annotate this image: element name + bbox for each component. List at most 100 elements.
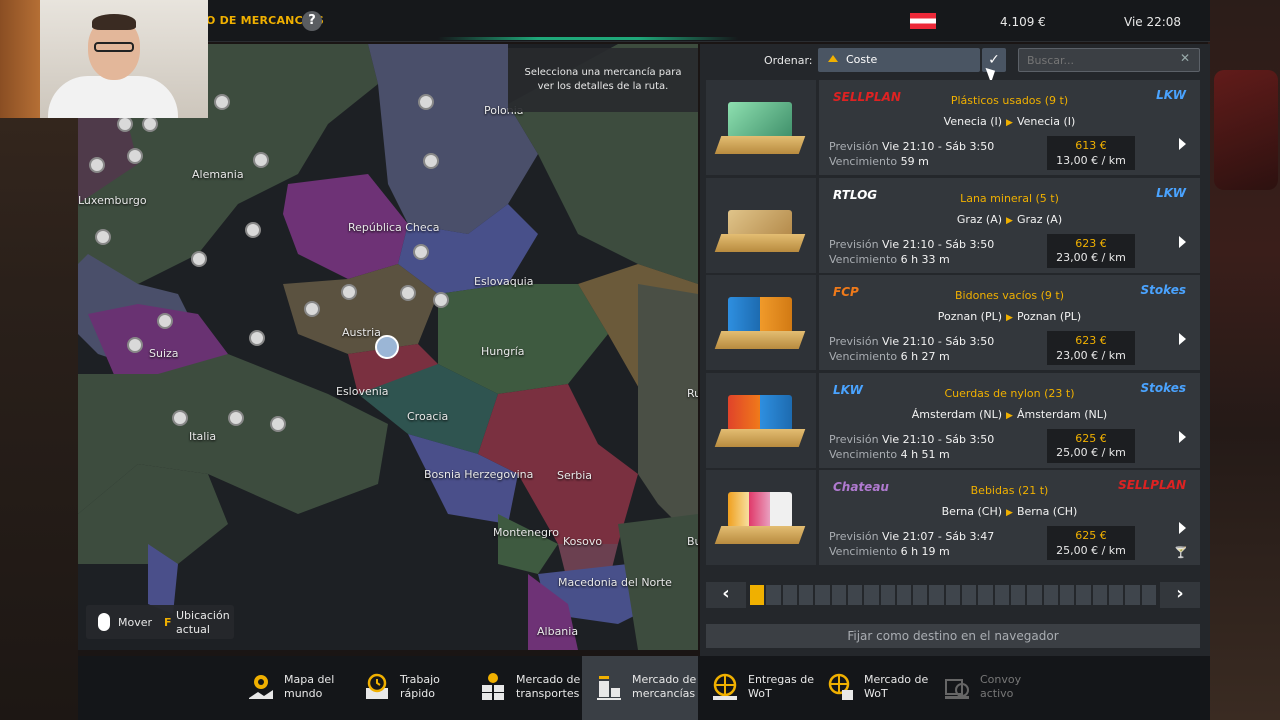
page-dot[interactable]: [945, 585, 961, 605]
cargo-route: Berna (CH) ▶ Berna (CH): [819, 505, 1200, 518]
pagination: ‹ ›: [706, 582, 1200, 608]
page-dot[interactable]: [847, 585, 863, 605]
world-map[interactable]: Polonia Alemania Luxemburgo República Ch…: [78, 44, 698, 650]
map-label-austria: Austria: [342, 326, 381, 339]
forecast-value: Vie 21:10 - Sáb 3:50: [882, 335, 995, 348]
page-dot[interactable]: [962, 585, 977, 605]
cargo-thumbnail: [706, 470, 816, 565]
cargo-item[interactable]: RTLOG LKW Lana mineral (5 t) Graz (A) ▶ Gr…: [706, 177, 1200, 273]
page-dot[interactable]: [1092, 585, 1107, 605]
mouse-icon: [98, 613, 110, 631]
cargo-item[interactable]: FCP Stokes Bidones vacíos (9 t) Poznan (…: [706, 275, 1200, 370]
chevron-right-icon[interactable]: [1179, 522, 1186, 534]
clear-search-icon[interactable]: ✕: [1180, 51, 1190, 65]
route-origin: Venecia (I): [943, 115, 1003, 128]
set-gps-destination-button[interactable]: Fijar como destino en el navegador: [706, 624, 1200, 648]
page-dot[interactable]: [766, 585, 781, 605]
sort-select[interactable]: Coste: [818, 48, 980, 72]
cargo-thumbnail: [706, 80, 816, 175]
cargo-item[interactable]: Chateau SELLPLAN Bebidas (21 t) Berna (C…: [706, 470, 1200, 565]
map-label-suiza: Suiza: [149, 347, 179, 360]
page-dot[interactable]: [1011, 585, 1026, 605]
forecast-row: Previsión Vie 21:07 - Sáb 3:47: [829, 530, 994, 543]
nav-label: Mercado de mercancías: [632, 673, 697, 701]
route-dest: Ámsterdam (NL): [1016, 407, 1108, 421]
expiry-value: 6 h 27 m: [900, 350, 950, 363]
map-label-macedonia: Macedonia del Norte: [558, 576, 672, 589]
page-dot[interactable]: [978, 585, 993, 605]
route-arrow-icon: ▶: [1006, 118, 1013, 128]
boxes-icon: [482, 673, 504, 700]
page-dot[interactable]: [1108, 585, 1124, 605]
nav-world-map[interactable]: Mapa del mundo: [234, 656, 350, 720]
page-dot[interactable]: [880, 585, 895, 605]
current-location-button[interactable]: Ubicación actual: [176, 609, 230, 638]
page-dot[interactable]: [864, 585, 879, 605]
page-dot[interactable]: [1076, 585, 1091, 605]
route-arrow-icon: ▶: [1006, 215, 1013, 226]
page-dot[interactable]: [1043, 585, 1058, 605]
prev-page-icon[interactable]: ‹: [706, 582, 746, 608]
price-box: 625 €25,00 € / km: [1047, 526, 1135, 560]
cargo-route: Venecia (I) ▶ Venecia (I): [819, 115, 1200, 128]
page-dot[interactable]: [750, 585, 765, 605]
nav-wot-market[interactable]: Mercado de WoT: [814, 656, 930, 720]
search-input[interactable]: [1018, 48, 1200, 72]
route-origin: Poznan (PL): [937, 310, 1003, 323]
nav-label: Convoy activo: [980, 673, 1022, 701]
austria-flag-icon: [910, 13, 936, 29]
nav-active-convoy[interactable]: Convoy activo: [930, 656, 1046, 720]
rate: 23,00 € / km: [1056, 251, 1126, 265]
webcam-glasses: [94, 42, 134, 52]
page-dot[interactable]: [1141, 585, 1156, 605]
help-icon[interactable]: ?: [302, 11, 322, 31]
page-dot[interactable]: [1027, 585, 1042, 605]
background-car: [1214, 70, 1278, 190]
next-page-icon[interactable]: ›: [1160, 582, 1200, 608]
page-dot[interactable]: [1059, 585, 1075, 605]
price: 623 €: [1075, 334, 1107, 347]
page-dot[interactable]: [1125, 585, 1140, 605]
price: 625 €: [1075, 529, 1107, 542]
expiry-row: Vencimiento 59 m: [829, 155, 929, 168]
forecast-label: Previsión: [829, 530, 879, 543]
price-box: 623 €23,00 € / km: [1047, 233, 1135, 268]
cargo-thumbnail: [706, 177, 816, 273]
cargo-info: SELLPLAN LKW Plásticos usados (9 t) Vene…: [819, 80, 1200, 175]
page-dot[interactable]: [798, 585, 814, 605]
cargo-item[interactable]: SELLPLAN LKW Plásticos usados (9 t) Vene…: [706, 80, 1200, 175]
page-dot[interactable]: [815, 585, 830, 605]
page-dot[interactable]: [896, 585, 912, 605]
globe-market-icon: [828, 673, 853, 700]
map-label-kosovo: Kosovo: [563, 535, 603, 548]
nav-cargo-market[interactable]: Mercado de mercancías: [582, 656, 698, 720]
nav-quick-job[interactable]: Trabajo rápido: [350, 656, 466, 720]
forecast-label: Previsión: [829, 335, 879, 348]
nav-wot-deliveries[interactable]: Entregas de WoT: [698, 656, 814, 720]
cargo-name: Bebidas (21 t): [970, 484, 1049, 497]
map-pin-icon: [249, 675, 273, 699]
cargo-panel: Ordenar: Coste ✓ ✕ SELLPLAN LKW Plástico…: [700, 44, 1210, 656]
forecast-row: Previsión Vie 21:10 - Sáb 3:50: [829, 140, 994, 153]
chevron-right-icon[interactable]: [1179, 333, 1186, 345]
page-dot[interactable]: [929, 585, 944, 605]
chevron-right-icon[interactable]: [1179, 235, 1186, 248]
map-label-montenegro: Montenegro: [493, 526, 560, 539]
page-dot[interactable]: [831, 585, 846, 605]
chevron-right-icon[interactable]: [1179, 430, 1186, 443]
cargo-info: RTLOG LKW Lana mineral (5 t) Graz (A) ▶ Gr…: [819, 177, 1200, 273]
page-dot[interactable]: [913, 585, 928, 605]
map-label-ru: Ru: [687, 387, 698, 400]
convoy-icon: [945, 679, 969, 699]
chevron-right-icon[interactable]: [1179, 138, 1186, 150]
nav-freight-market[interactable]: Mercado de transportes: [466, 656, 582, 720]
cargo-list-icon: [597, 676, 621, 700]
page-dot[interactable]: [994, 585, 1009, 605]
top-bar: O DE MERCANCÍAS ? 4.109 € Vie 22:08: [78, 0, 1210, 42]
expiry-value: 6 h 33 m: [900, 252, 950, 266]
cargo-item[interactable]: LKW Stokes Cuerdas de nylon (23 t) Ámste…: [706, 372, 1200, 468]
route-origin: Berna (CH): [941, 505, 1003, 518]
map-controls[interactable]: Mover F Ubicación actual: [86, 605, 234, 639]
expiry-row: Vencimiento 6 h 19 m: [829, 545, 950, 558]
page-dot[interactable]: [782, 585, 797, 605]
